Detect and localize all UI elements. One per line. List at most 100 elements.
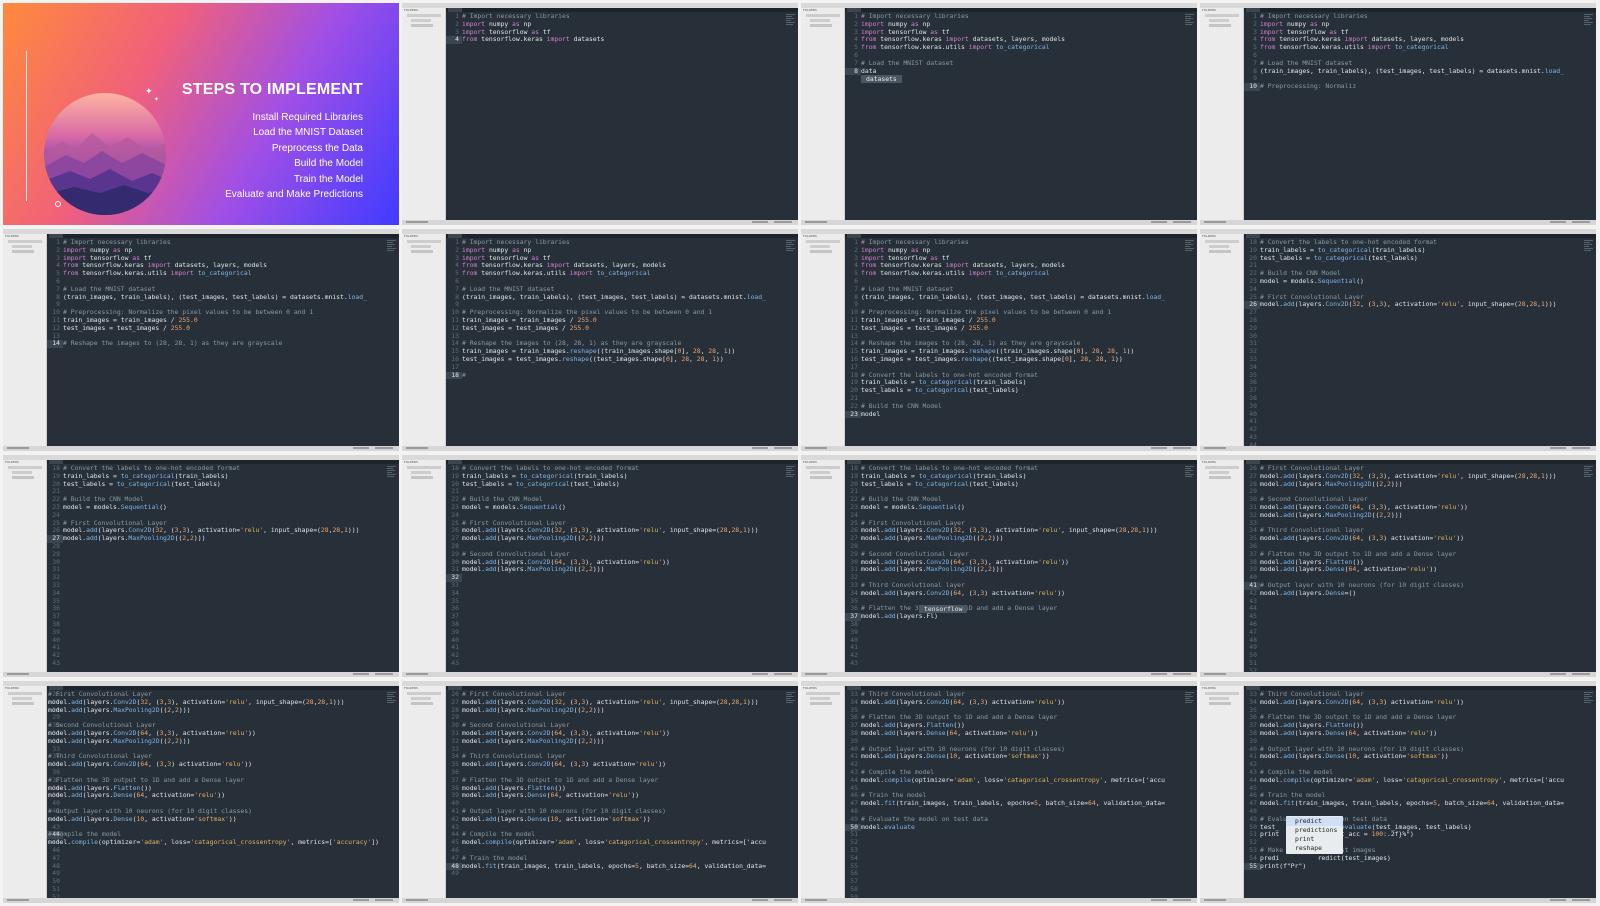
minimap[interactable] [1185, 466, 1195, 480]
sidebar-item-file-active[interactable] [1209, 702, 1231, 705]
sidebar-item-file-active[interactable] [411, 702, 433, 705]
minimap[interactable] [387, 466, 397, 480]
sidebar-item-folder[interactable] [806, 466, 840, 469]
autocomplete-option[interactable]: print [1286, 835, 1343, 844]
sidebar-item-file-active[interactable] [12, 702, 34, 705]
sidebar-item-file-active[interactable] [12, 476, 34, 479]
minimap[interactable] [1584, 692, 1594, 706]
editor-window[interactable]: FOLDERS 1 # Import necessary libraries 2 imp… [3, 229, 399, 451]
sidebar-item-folder[interactable] [1205, 692, 1239, 695]
sidebar-item-file-active[interactable] [1209, 476, 1231, 479]
autocomplete-popup[interactable]: tensorflow [919, 605, 968, 614]
sidebar-item-file-active[interactable] [411, 250, 433, 253]
editor-window[interactable]: FOLDERS 18 # Convert the labels to one-hot… [801, 455, 1197, 677]
minimap[interactable] [786, 240, 796, 254]
sidebar-folders[interactable]: FOLDERS [1200, 234, 1244, 446]
sidebar-item-folder[interactable] [8, 692, 42, 695]
sidebar-folders[interactable]: FOLDERS [801, 686, 845, 898]
code-editor[interactable]: 1 # Import necessary libraries 2 import num… [446, 12, 784, 220]
sidebar-item-file[interactable] [810, 245, 830, 248]
editor-window[interactable]: FOLDERS 18 # Convert the labels to one-hot… [1200, 229, 1596, 451]
sidebar-item-file-active[interactable] [1209, 250, 1231, 253]
sidebar-item-file[interactable] [411, 697, 431, 700]
sidebar-item-folder[interactable] [407, 466, 441, 469]
sidebar-item-folder[interactable] [1205, 240, 1239, 243]
sidebar-item-folder[interactable] [407, 14, 441, 17]
sidebar-item-file[interactable] [1209, 697, 1229, 700]
sidebar-folders[interactable]: FOLDERS [402, 234, 446, 446]
minimap[interactable] [1185, 240, 1195, 254]
sidebar-item-file[interactable] [1209, 245, 1229, 248]
sidebar-folders[interactable]: FOLDERS [801, 234, 845, 446]
autocomplete-list[interactable]: predict predictions print reshape [1286, 815, 1344, 854]
code-editor[interactable]: 1 # Import necessary libraries 2 import num… [47, 238, 385, 446]
sidebar-item-file[interactable] [1209, 471, 1229, 474]
sidebar-item-folder[interactable] [8, 240, 42, 243]
code-editor[interactable]: 18 # Convert the labels to one-hot encode… [1244, 238, 1582, 446]
editor-window[interactable]: FOLDERS 1 # Import necessary libraries 2 imp… [402, 229, 798, 451]
sidebar-folders[interactable]: FOLDERS [3, 686, 47, 898]
sidebar-item-file[interactable] [411, 471, 431, 474]
editor-window[interactable]: FOLDERS 26 # First Convolutional Layer 27 mo… [3, 681, 399, 903]
editor-window[interactable]: FOLDERS 33 # Third Convolutional layer 34 mo… [801, 681, 1197, 903]
sidebar-item-file-active[interactable] [810, 476, 832, 479]
sidebar-item-folder[interactable] [407, 240, 441, 243]
sidebar-item-file[interactable] [810, 697, 830, 700]
code-editor[interactable]: 33 # Third Convolutional layer 34 model.add… [1244, 690, 1582, 898]
minimap[interactable] [1584, 240, 1594, 254]
code-editor[interactable]: 26 # First Convolutional Layer 27 model.add… [1244, 464, 1582, 672]
sidebar-item-file-active[interactable] [810, 250, 832, 253]
minimap[interactable] [786, 692, 796, 706]
sidebar-item-file[interactable] [411, 19, 431, 22]
sidebar-folders[interactable]: FOLDERS [402, 686, 446, 898]
sidebar-item-file[interactable] [12, 471, 32, 474]
sidebar-item-folder[interactable] [1205, 14, 1239, 17]
minimap[interactable] [1584, 466, 1594, 480]
editor-window[interactable]: FOLDERS 33 # Third Convolutional layer 34 mo… [1200, 681, 1596, 903]
sidebar-item-folder[interactable] [8, 466, 42, 469]
editor-window[interactable]: FOLDERS 1 # Import necessary libraries 2 imp… [402, 3, 798, 225]
sidebar-folders[interactable]: FOLDERS [1200, 686, 1244, 898]
code-editor[interactable]: 18 # Convert the labels to one-hot encode… [47, 464, 385, 672]
minimap[interactable] [387, 240, 397, 254]
minimap[interactable] [1185, 692, 1195, 706]
editor-window[interactable]: FOLDERS 26 # First Convolutional Layer 27 mo… [402, 681, 798, 903]
sidebar-item-file-active[interactable] [810, 702, 832, 705]
sidebar-item-file-active[interactable] [12, 250, 34, 253]
editor-window[interactable]: FOLDERS 1 # Import necessary libraries 2 imp… [1200, 3, 1596, 225]
editor-window[interactable]: FOLDERS 1 # Import necessary libraries 2 imp… [801, 3, 1197, 225]
code-editor[interactable]: 1 # Import necessary libraries 2 import num… [446, 238, 784, 446]
sidebar-folders[interactable]: FOLDERS [1200, 8, 1244, 220]
sidebar-item-file[interactable] [810, 471, 830, 474]
code-editor[interactable]: 18 # Convert the labels to one-hot encode… [446, 464, 784, 672]
minimap[interactable] [387, 692, 397, 706]
editor-window[interactable]: FOLDERS 26 # First Convolutional Layer 27 mo… [1200, 455, 1596, 677]
sidebar-folders[interactable]: FOLDERS [801, 8, 845, 220]
minimap[interactable] [786, 14, 796, 28]
sidebar-item-file-active[interactable] [411, 24, 433, 27]
sidebar-folders[interactable]: FOLDERS [3, 460, 47, 672]
sidebar-item-folder[interactable] [806, 14, 840, 17]
sidebar-folders[interactable]: FOLDERS [402, 460, 446, 672]
editor-window[interactable]: FOLDERS 18 # Convert the labels to one-hot… [3, 455, 399, 677]
sidebar-item-folder[interactable] [1205, 466, 1239, 469]
sidebar-item-file-active[interactable] [1209, 24, 1231, 27]
sidebar-item-file[interactable] [12, 697, 32, 700]
autocomplete-option[interactable]: predict [1286, 816, 1344, 826]
code-editor[interactable]: 18 # Convert the labels to one-hot encode… [845, 464, 1183, 672]
sidebar-item-file[interactable] [411, 245, 431, 248]
autocomplete-option[interactable]: predictions [1286, 826, 1343, 835]
sidebar-folders[interactable]: FOLDERS [3, 234, 47, 446]
sidebar-item-file[interactable] [1209, 19, 1229, 22]
editor-window[interactable]: FOLDERS 1 # Import necessary libraries 2 imp… [801, 229, 1197, 451]
editor-window[interactable]: FOLDERS 18 # Convert the labels to one-hot… [402, 455, 798, 677]
sidebar-item-file-active[interactable] [411, 476, 433, 479]
code-editor[interactable]: 1 # Import necessary libraries 2 import num… [845, 238, 1183, 446]
sidebar-item-file[interactable] [810, 19, 830, 22]
code-editor[interactable]: 33 # Third Convolutional layer 34 model.add… [845, 690, 1183, 898]
minimap[interactable] [1185, 14, 1195, 28]
sidebar-item-folder[interactable] [407, 692, 441, 695]
code-editor[interactable]: 1 # Import necessary libraries 2 import num… [1244, 12, 1582, 220]
autocomplete-popup[interactable]: datasets [861, 75, 902, 84]
minimap[interactable] [786, 466, 796, 480]
